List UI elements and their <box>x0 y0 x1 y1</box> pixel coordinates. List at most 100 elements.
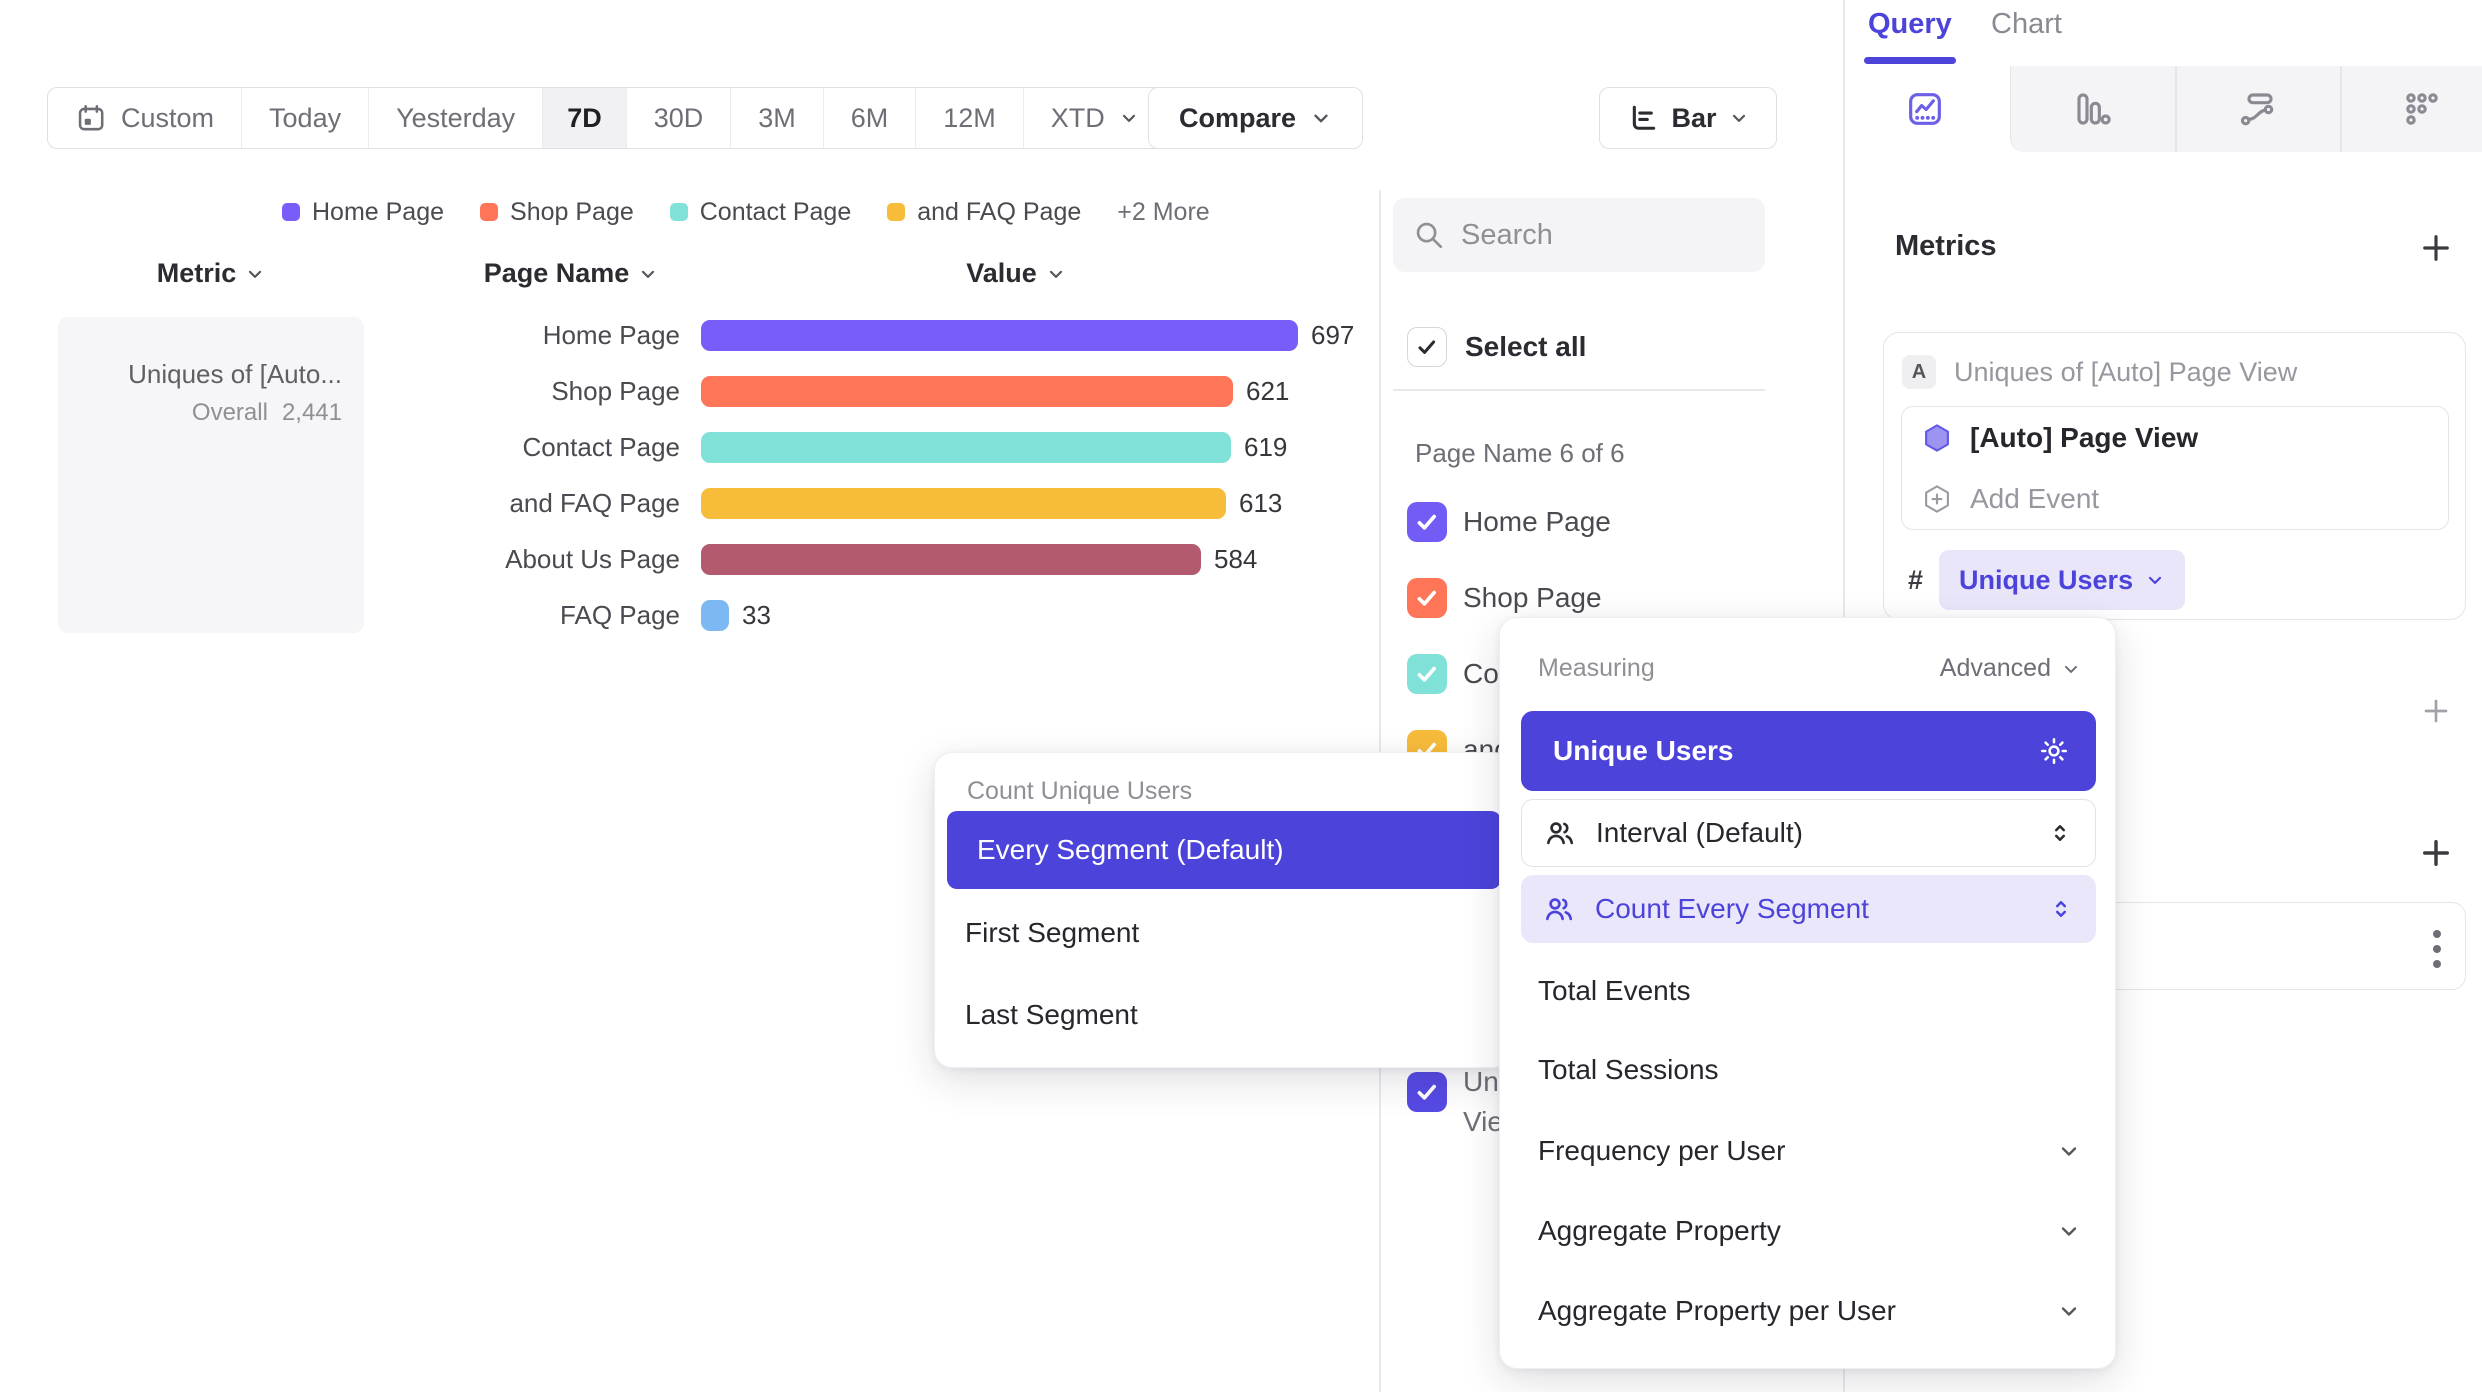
date-button-custom[interactable]: Custom <box>48 88 242 148</box>
bar-value: 697 <box>1311 320 1354 351</box>
row-page-name: and FAQ Page <box>400 488 680 519</box>
count-mode-selector[interactable]: Count Every Segment <box>1521 875 2096 943</box>
legend-item[interactable]: Home Page <box>282 198 444 227</box>
add-breakdown-button[interactable] <box>2418 835 2454 871</box>
select-all-row[interactable]: Select all <box>1407 327 1586 367</box>
menu-item-aggregate-property[interactable]: Aggregate Property <box>1538 1215 2081 1247</box>
legend-item[interactable]: and FAQ Page <box>887 198 1081 227</box>
date-button-today[interactable]: Today <box>242 88 369 148</box>
table-row: FAQ Page 33 <box>400 599 771 631</box>
add-metric-button[interactable] <box>2418 230 2454 266</box>
column-header-page-name[interactable]: Page Name <box>420 258 722 289</box>
plus-icon <box>2418 835 2454 871</box>
date-button-3m[interactable]: 3M <box>731 88 824 148</box>
bar[interactable] <box>701 376 1233 407</box>
metric-overall: Overall2,441 <box>58 399 342 427</box>
chart-type-button[interactable]: Bar <box>1599 87 1777 149</box>
select-all-label: Select all <box>1465 331 1586 363</box>
checkbox[interactable] <box>1407 1072 1447 1112</box>
bar[interactable] <box>701 432 1231 463</box>
view-tab-flows[interactable] <box>2177 66 2337 152</box>
filter-item-partial[interactable]: Uni Vie <box>1407 1072 1505 1142</box>
filter-item-home-page[interactable]: Home Page <box>1407 502 1611 542</box>
menu-item-unique-users[interactable]: Unique Users <box>1521 711 2096 791</box>
filter-item-shop-page[interactable]: Shop Page <box>1407 578 1602 618</box>
measurement-dropdown[interactable]: Unique Users <box>1939 550 2185 610</box>
menu-item-first-segment[interactable]: First Segment <box>965 917 1139 949</box>
bar[interactable] <box>701 544 1201 575</box>
table-row: About Us Page 584 <box>400 543 1257 575</box>
legend-item[interactable]: Contact Page <box>670 198 852 227</box>
legend-swatch <box>887 203 905 221</box>
menu-item-total-sessions[interactable]: Total Sessions <box>1538 1054 1719 1086</box>
search-input[interactable] <box>1461 219 1711 252</box>
row-page-name: Shop Page <box>400 376 680 407</box>
interval-selector[interactable]: Interval (Default) <box>1521 799 2096 867</box>
date-button-6m[interactable]: 6M <box>824 88 917 148</box>
chevron-down-icon <box>1046 264 1066 284</box>
date-button-7d[interactable]: 7D <box>543 88 627 148</box>
compare-button[interactable]: Compare <box>1148 87 1363 149</box>
date-button-12m[interactable]: 12M <box>916 88 1024 148</box>
checkbox[interactable] <box>1407 578 1447 618</box>
add-event-row[interactable]: Add Event <box>1902 468 2448 529</box>
count-menu-popup: Count Unique Users Every Segment (Defaul… <box>934 752 1512 1068</box>
view-tab-retention[interactable] <box>2342 66 2482 152</box>
chevron-down-icon <box>638 264 658 284</box>
stepper-icon[interactable] <box>2047 820 2073 846</box>
legend-item[interactable]: Shop Page <box>480 198 634 227</box>
advanced-dropdown[interactable]: Advanced <box>1940 654 2081 683</box>
row-page-name: FAQ Page <box>400 600 680 631</box>
metrics-heading: Metrics <box>1895 230 1997 263</box>
filter-group-label: Page Name 6 of 6 <box>1415 438 1625 469</box>
metric-card-header[interactable]: A Uniques of [Auto] Page View <box>1902 355 2465 389</box>
date-button-30d[interactable]: 30D <box>627 88 732 148</box>
tab-chart[interactable]: Chart <box>1991 8 2062 41</box>
view-tab-funnels[interactable] <box>2012 66 2172 152</box>
chart-legend: Home Page Shop Page Contact Page and FAQ… <box>282 196 1210 228</box>
search-box <box>1393 198 1765 272</box>
row-page-name: About Us Page <box>400 544 680 575</box>
kebab-icon[interactable] <box>2431 927 2443 971</box>
hash-icon: # <box>1908 565 1923 596</box>
column-header-value[interactable]: Value <box>866 258 1166 289</box>
event-row[interactable]: [Auto] Page View <box>1902 407 2448 468</box>
menu-item-aggregate-property-per-user[interactable]: Aggregate Property per User <box>1538 1295 2081 1327</box>
row-page-name: Home Page <box>400 320 680 351</box>
view-tab-insights[interactable] <box>1845 66 2005 152</box>
search-icon <box>1413 219 1445 251</box>
bar[interactable] <box>701 320 1298 351</box>
bar[interactable] <box>701 488 1226 519</box>
count-menu-header: Count Unique Users <box>967 777 1192 806</box>
bar-value: 613 <box>1239 488 1282 519</box>
date-button-yesterday[interactable]: Yesterday <box>369 88 543 148</box>
select-all-checkbox[interactable] <box>1407 327 1447 367</box>
chevron-down-icon <box>2057 1139 2081 1163</box>
menu-item-every-segment[interactable]: Every Segment (Default) <box>947 811 1501 889</box>
plus-icon <box>2418 230 2454 266</box>
checkbox[interactable] <box>1407 654 1447 694</box>
date-button-xtd[interactable]: XTD <box>1024 88 1166 148</box>
menu-item-frequency-per-user[interactable]: Frequency per User <box>1538 1135 2081 1167</box>
chevron-down-icon <box>2057 1219 2081 1243</box>
date-button-label: Custom <box>121 103 214 134</box>
hexagon-icon <box>1922 423 1952 453</box>
legend-swatch <box>480 203 498 221</box>
stepper-icon[interactable] <box>2048 896 2074 922</box>
column-header-metric[interactable]: Metric <box>58 258 364 289</box>
menu-item-last-segment[interactable]: Last Segment <box>965 999 1138 1031</box>
gear-icon[interactable] <box>2038 735 2070 767</box>
metric-card-title: Uniques of [Auto] Page View <box>1954 357 2297 388</box>
metric-title: Uniques of [Auto... <box>58 357 342 391</box>
measuring-header: Measuring <box>1538 654 1655 683</box>
bar-value: 33 <box>742 600 771 631</box>
bar[interactable] <box>701 600 729 631</box>
menu-item-total-events[interactable]: Total Events <box>1538 975 1691 1007</box>
checkbox[interactable] <box>1407 502 1447 542</box>
tab-query[interactable]: Query <box>1868 8 1952 41</box>
legend-more[interactable]: +2 More <box>1117 198 1209 227</box>
add-filter-button[interactable] <box>2420 695 2452 727</box>
divider <box>1393 389 1765 391</box>
bar-value: 584 <box>1214 544 1257 575</box>
metric-cell[interactable]: Uniques of [Auto... Overall2,441 <box>58 317 364 633</box>
